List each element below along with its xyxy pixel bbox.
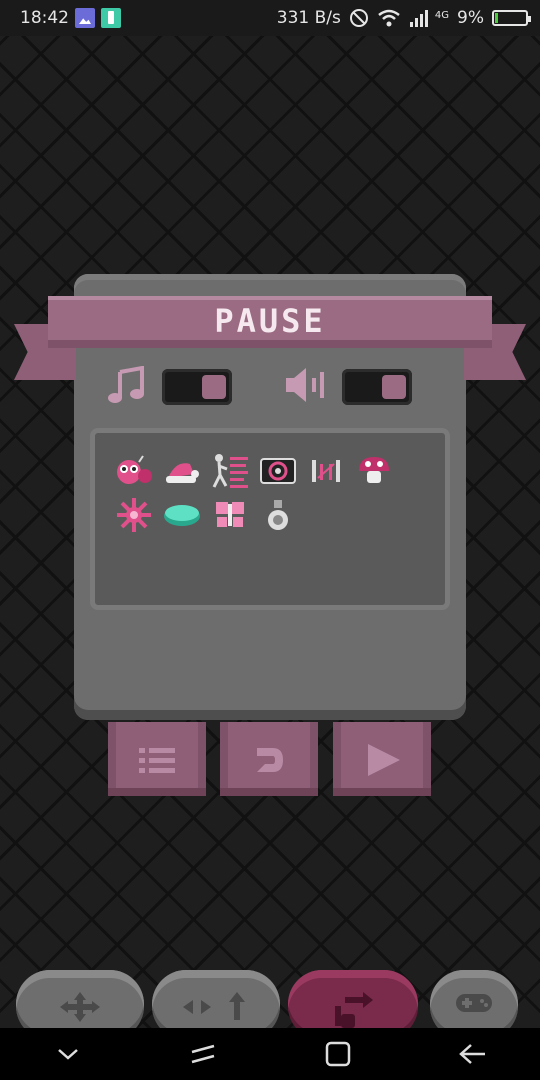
inventory-box: [90, 428, 450, 610]
gallery-icon: [75, 8, 95, 28]
teal-disc-icon[interactable]: [163, 497, 201, 533]
sound-toggle-knob: [382, 375, 406, 399]
music-toggle-knob: [202, 375, 226, 399]
arrows-left-right-up-icon: [183, 992, 245, 1020]
music-note-icon[interactable]: [106, 366, 148, 404]
do-not-disturb-icon: [349, 9, 368, 27]
inventory-items: [115, 453, 435, 533]
sound-toggle[interactable]: [342, 369, 412, 405]
dpad-arrows-icon: [60, 992, 100, 1022]
running-skeleton-icon[interactable]: [211, 453, 249, 489]
restart-icon: [257, 748, 283, 772]
pause-ribbon: PAUSE: [48, 296, 492, 348]
menu-list-icon: [139, 748, 175, 773]
santa-hat-icon[interactable]: [163, 453, 201, 489]
bug-creature-icon[interactable]: [115, 453, 153, 489]
play-icon: [368, 744, 400, 776]
clock: 18:42: [20, 8, 69, 28]
nav-collapse-button[interactable]: [48, 1034, 88, 1074]
play-button[interactable]: [333, 722, 431, 796]
speaker-box-icon[interactable]: [259, 453, 297, 489]
nav-back-button[interactable]: [453, 1034, 493, 1074]
wifi-icon: [378, 9, 400, 27]
butterfly-icon[interactable]: [211, 497, 249, 533]
chevron-down-icon: [57, 1049, 78, 1060]
mushroom-icon[interactable]: [355, 453, 393, 489]
system-nav-bar: [0, 1028, 540, 1080]
status-bar: 18:42 331 B/s 4G 9%: [0, 0, 540, 36]
restart-button[interactable]: [220, 722, 318, 796]
speaker-icon[interactable]: [284, 366, 328, 404]
pause-title: PAUSE: [214, 302, 326, 340]
nav-recents-button[interactable]: [183, 1034, 223, 1074]
network-type: 4G: [434, 10, 450, 21]
recents-icon: [191, 1044, 214, 1064]
back-arrow-icon: [458, 1044, 485, 1064]
signal-icon: [409, 10, 428, 27]
menu-button[interactable]: [108, 722, 206, 796]
tap-arrow-icon: [335, 992, 373, 1028]
music-toggle[interactable]: [162, 369, 232, 405]
nav-home-button[interactable]: [318, 1034, 358, 1074]
gate-icon[interactable]: [307, 453, 345, 489]
home-square-icon: [325, 1041, 350, 1067]
sun-icon[interactable]: [115, 497, 153, 533]
battery-saver-icon: [101, 8, 121, 28]
potion-bottle-icon[interactable]: [259, 497, 297, 533]
battery-percent: 9%: [457, 8, 484, 28]
gamepad-icon: [456, 994, 492, 1012]
net-speed: 331 B/s: [276, 8, 341, 28]
battery-icon: [492, 10, 531, 26]
